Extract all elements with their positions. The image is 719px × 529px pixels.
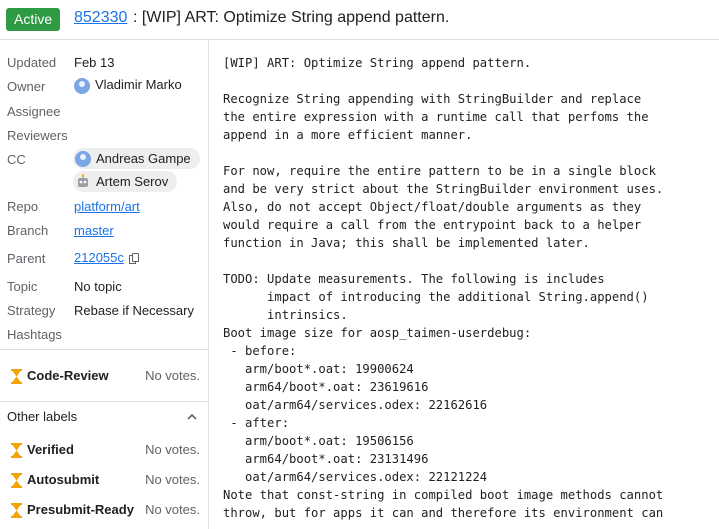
chevron-up-icon[interactable] [186,411,198,423]
hourglass-icon [11,503,22,518]
autosubmit-label: Autosubmit [27,472,100,487]
cc-chip-andreas[interactable]: Andreas Gampe [73,148,200,169]
verified-label: Verified [27,442,74,457]
cc-name: Artem Serov [96,174,169,189]
presubmit-ready-row[interactable]: Presubmit-Ready No votes. [0,499,208,521]
change-title: : [WIP] ART: Optimize String append patt… [133,9,450,26]
repo-label: Repo [7,199,39,214]
commit-message-panel: [WIP] ART: Optimize String append patter… [210,40,719,529]
other-labels-title: Other labels [7,409,78,424]
strategy-value: Rebase if Necessary [74,303,194,318]
status-badge: Active [6,8,61,31]
cc-chip-artem[interactable]: Artem Serov [73,171,178,192]
code-review-votes: No votes. [145,368,200,383]
autosubmit-row[interactable]: Autosubmit No votes. [0,469,208,491]
repo-link[interactable]: platform/art [74,199,140,214]
parent-label: Parent [7,251,46,266]
hourglass-icon [11,369,22,384]
cc-label: CC [7,152,26,167]
strategy-label: Strategy [7,303,56,318]
code-review-row[interactable]: Code-Review No votes. [0,365,208,387]
robot-icon [78,173,88,187]
verified-row[interactable]: Verified No votes. [0,439,208,461]
presubmit-ready-votes: No votes. [145,502,200,517]
autosubmit-votes: No votes. [145,472,200,487]
parent-value: 212055c [74,250,140,265]
branch-label: Branch [7,223,49,238]
hashtags-label: Hashtags [7,327,62,342]
topic-value: No topic [74,279,122,294]
verified-votes: No votes. [145,442,200,457]
owner-value[interactable]: Vladimir Marko [74,77,182,94]
account-icon [74,77,90,94]
cc-name: Andreas Gampe [96,151,191,166]
change-number-link[interactable]: 852330 [74,9,127,27]
commit-message: [WIP] ART: Optimize String append patter… [223,56,664,520]
hourglass-icon [11,443,22,458]
divider [0,349,208,350]
assignee-label: Assignee [7,104,61,119]
parent-link[interactable]: 212055c [74,250,124,265]
code-review-label: Code-Review [27,368,109,383]
hourglass-icon [11,473,22,488]
reviewers-label: Reviewers [7,128,68,143]
metadata-sidebar: Updated Feb 13 Owner Vladimir Marko Assi… [0,40,209,529]
owner-name: Vladimir Marko [95,77,182,92]
updated-value: Feb 13 [74,55,115,70]
branch-link[interactable]: master [74,223,114,238]
copy-icon[interactable] [128,252,140,265]
account-icon [75,150,91,167]
change-header: Active 852330 : [WIP] ART: Optimize Stri… [0,0,719,40]
updated-label: Updated [7,55,57,70]
topic-label: Topic [7,279,38,294]
divider [0,401,208,402]
owner-label: Owner [7,79,46,94]
presubmit-ready-label: Presubmit-Ready [27,502,134,517]
